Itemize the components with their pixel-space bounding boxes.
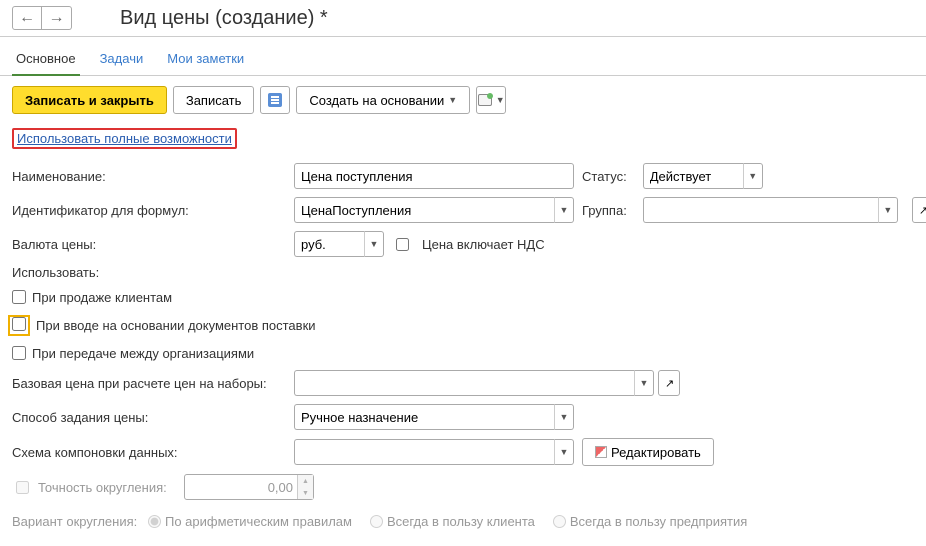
tab-tasks[interactable]: Задачи [96, 43, 148, 75]
create-based-label: Создать на основании [309, 93, 444, 108]
rounding-client-radio [370, 515, 383, 528]
identifier-label: Идентификатор для формул: [12, 203, 294, 218]
identifier-dropdown-button[interactable]: ▼ [554, 197, 574, 223]
use-section-label: Использовать: [12, 265, 914, 280]
use-sale-checkbox[interactable] [12, 290, 26, 304]
nav-back-button[interactable]: ← [12, 6, 42, 30]
use-supply-checkbox[interactable] [12, 317, 26, 331]
edit-label: Редактировать [611, 445, 701, 460]
price-method-dropdown-button[interactable]: ▼ [554, 404, 574, 430]
page-title: Вид цены (создание) * [120, 7, 328, 30]
identifier-input[interactable] [294, 197, 554, 223]
rounding-client-label: Всегда в пользу клиента [387, 514, 535, 529]
currency-label: Валюта цены: [12, 237, 294, 252]
layout-schema-dropdown-button[interactable]: ▼ [554, 439, 574, 465]
rounding-arith-label: По арифметическим правилам [165, 514, 352, 529]
use-sale-label: При продаже клиентам [32, 290, 172, 305]
rounding-company-radio [553, 515, 566, 528]
currency-select[interactable] [294, 231, 364, 257]
group-select[interactable] [643, 197, 878, 223]
rounding-company-label: Всегда в пользу предприятия [570, 514, 747, 529]
status-label: Статус: [582, 169, 627, 184]
attachment-icon [478, 94, 492, 106]
base-price-label: Базовая цена при расчете цен на наборы: [12, 376, 294, 391]
base-price-open-button[interactable]: ↗ [658, 370, 680, 396]
use-supply-label: При вводе на основании документов постав… [36, 318, 316, 333]
tab-notes[interactable]: Мои заметки [163, 43, 248, 75]
layout-schema-label: Схема компоновки данных: [12, 445, 294, 460]
use-transfer-label: При передаче между организациями [32, 346, 254, 361]
base-price-select[interactable] [294, 370, 634, 396]
full-options-link[interactable]: Использовать полные возможности [12, 128, 237, 149]
precision-label: Точность округления: [38, 480, 178, 495]
edit-icon [595, 446, 607, 458]
save-close-button[interactable]: Записать и закрыть [12, 86, 167, 114]
price-method-select[interactable] [294, 404, 554, 430]
list-icon [268, 93, 282, 107]
nav-forward-button[interactable]: → [42, 6, 72, 30]
precision-input [184, 474, 314, 500]
tab-main[interactable]: Основное [12, 43, 80, 76]
layout-schema-select[interactable] [294, 439, 554, 465]
chevron-down-icon: ▼ [496, 95, 505, 105]
vat-label: Цена включает НДС [422, 237, 545, 252]
precision-checkbox [16, 481, 29, 494]
price-method-label: Способ задания цены: [12, 410, 294, 425]
group-open-button[interactable]: ↗ [912, 197, 926, 223]
save-button[interactable]: Записать [173, 86, 255, 114]
vat-checkbox[interactable] [396, 238, 409, 251]
name-label: Наименование: [12, 169, 294, 184]
rounding-arith-radio [148, 515, 161, 528]
group-label: Группа: [582, 203, 627, 218]
chevron-down-icon: ▼ [448, 95, 457, 105]
create-based-button[interactable]: Создать на основании ▼ [296, 86, 470, 114]
currency-dropdown-button[interactable]: ▼ [364, 231, 384, 257]
status-select[interactable] [643, 163, 743, 189]
rounding-variant-label: Вариант округления: [12, 514, 142, 529]
list-button[interactable] [260, 86, 290, 114]
attachments-button[interactable]: ▼ [476, 86, 506, 114]
precision-down-button: ▼ [297, 487, 313, 499]
precision-up-button: ▲ [297, 475, 313, 487]
edit-button[interactable]: Редактировать [582, 438, 714, 466]
name-input[interactable] [294, 163, 574, 189]
status-dropdown-button[interactable]: ▼ [743, 163, 763, 189]
base-price-dropdown-button[interactable]: ▼ [634, 370, 654, 396]
use-transfer-checkbox[interactable] [12, 346, 26, 360]
group-dropdown-button[interactable]: ▼ [878, 197, 898, 223]
